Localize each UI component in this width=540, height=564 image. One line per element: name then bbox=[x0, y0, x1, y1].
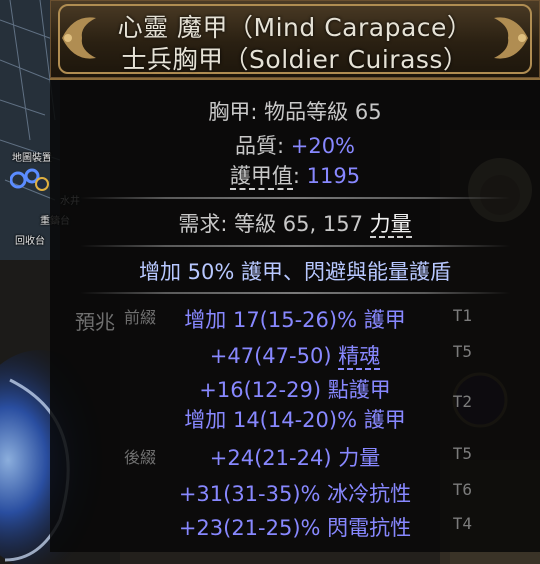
requirements-row: 需求: 等級 65, 157 力量 bbox=[50, 208, 540, 238]
armour-value: 1195 bbox=[306, 164, 361, 188]
separator bbox=[80, 197, 510, 199]
quality-value: +20% bbox=[290, 134, 356, 158]
mod-tier: T2 bbox=[452, 392, 472, 411]
mod-text: +47(47-50) bbox=[209, 344, 339, 368]
quality-label: 品質: bbox=[234, 134, 291, 158]
requirements-text: 需求: 等級 65, 157 bbox=[178, 212, 370, 236]
separator bbox=[80, 245, 510, 247]
item-name-header: 心靈 魔甲（Mind Carapace） 士兵胸甲（Soldier Cuiras… bbox=[50, 0, 540, 80]
spirit-keyword[interactable]: 精魂 bbox=[338, 344, 381, 370]
armour-row: 護甲值: 1195 bbox=[50, 160, 540, 190]
mod-tier: T5 bbox=[452, 342, 472, 361]
mod-tier: T4 bbox=[452, 514, 472, 533]
map-marker-icon bbox=[9, 168, 50, 192]
armour-label[interactable]: 護甲值 bbox=[229, 164, 293, 190]
requirement-attribute[interactable]: 力量 bbox=[369, 212, 412, 238]
separator bbox=[80, 292, 510, 294]
quality-row: 品質: +20% bbox=[50, 130, 540, 160]
item-class-level: 胸甲: 物品等級 65 bbox=[208, 100, 382, 124]
recycle-bin-label[interactable]: 回收台 bbox=[15, 232, 45, 247]
implicit-mod: 增加 50% 護甲、閃避與能量護盾 bbox=[138, 260, 452, 284]
mod-tier: T5 bbox=[452, 444, 472, 463]
item-base-type: 士兵胸甲（Soldier Cuirass） bbox=[121, 45, 469, 74]
mod-tier: T6 bbox=[452, 480, 472, 499]
map-device-label[interactable]: 地圖裝置 bbox=[12, 149, 52, 164]
armour-sep: : bbox=[292, 164, 307, 188]
mod-tier: T1 bbox=[452, 306, 472, 325]
item-name: 心靈 魔甲（Mind Carapace） bbox=[117, 13, 473, 42]
